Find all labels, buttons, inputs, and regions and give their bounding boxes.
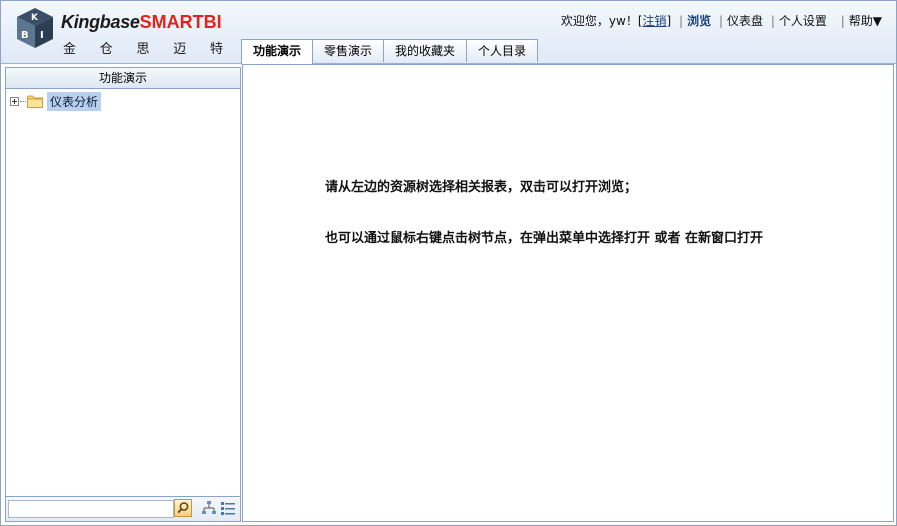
panel-title: 功能演示 bbox=[6, 68, 240, 89]
brand-name: KingbaseSMARTBI bbox=[61, 12, 222, 32]
welcome-text: 欢迎您，yw！[ bbox=[560, 14, 643, 28]
svg-text:K: K bbox=[31, 13, 39, 23]
folder-icon bbox=[27, 95, 43, 108]
logo-cube-icon: K B I bbox=[17, 8, 53, 48]
brand-char: 思 bbox=[136, 42, 150, 57]
brand-char: 特 bbox=[209, 42, 223, 57]
tree-search-input[interactable] bbox=[8, 500, 174, 518]
personal-settings-link[interactable]: 个人设置 bbox=[779, 14, 827, 28]
search-button[interactable] bbox=[174, 499, 192, 517]
help-menu[interactable]: 帮助▼ bbox=[849, 14, 882, 28]
tree-view-icon[interactable] bbox=[201, 500, 217, 516]
top-nav: 欢迎您，yw！[注销] | 浏览 | 仪表盘 | 个人设置 | 帮助▼ bbox=[560, 14, 882, 28]
tree-node-label[interactable]: 仪表分析 bbox=[47, 91, 102, 111]
tab-feature-demo[interactable]: 功能演示 bbox=[241, 39, 314, 65]
instruction-line-2: 也可以通过鼠标右键点击树节点，在弹出菜单中选择打开 或者 在新窗口打开 bbox=[325, 231, 764, 246]
tab-retail-demo[interactable]: 零售演示 bbox=[312, 39, 385, 62]
tree-connector bbox=[20, 100, 26, 102]
search-icon bbox=[177, 502, 189, 514]
brand-chinese-name: 金 仓 思 迈 特 bbox=[63, 38, 223, 57]
resource-tree-panel: 功能演示 仪表分析 bbox=[5, 67, 241, 522]
browse-link[interactable]: 浏览 bbox=[687, 14, 711, 28]
expand-icon[interactable] bbox=[10, 96, 19, 106]
tab-favorites[interactable]: 我的收藏夹 bbox=[383, 39, 468, 62]
tab-bar: 功能演示 零售演示 我的收藏夹 个人目录 bbox=[241, 39, 539, 65]
main-content: 请从左边的资源树选择相关报表，双击可以打开浏览； 也可以通过鼠标右键点击树节点，… bbox=[242, 64, 894, 522]
svg-text:I: I bbox=[40, 30, 44, 41]
panel-footer bbox=[6, 496, 240, 521]
instruction-line-1: 请从左边的资源树选择相关报表，双击可以打开浏览； bbox=[325, 180, 638, 195]
list-view-icon[interactable] bbox=[220, 500, 236, 516]
brand-char: 迈 bbox=[173, 42, 187, 57]
dashboard-link[interactable]: 仪表盘 bbox=[727, 14, 763, 28]
tab-personal-directory[interactable]: 个人目录 bbox=[466, 39, 539, 62]
brand-char: 金 bbox=[63, 42, 77, 57]
welcome-bracket: ] bbox=[666, 14, 672, 28]
logo: K B I KingbaseSMARTBI 金 仓 思 迈 特 bbox=[11, 5, 231, 57]
tree-node[interactable]: 仪表分析 bbox=[10, 91, 102, 111]
app-frame: K B I KingbaseSMARTBI 金 仓 思 迈 特 欢迎您，yw！[… bbox=[0, 0, 897, 526]
header: K B I KingbaseSMARTBI 金 仓 思 迈 特 欢迎您，yw！[… bbox=[1, 1, 896, 65]
logout-link[interactable]: 注销 bbox=[643, 14, 667, 28]
svg-text:B: B bbox=[21, 30, 29, 41]
brand-char: 仓 bbox=[99, 42, 113, 57]
